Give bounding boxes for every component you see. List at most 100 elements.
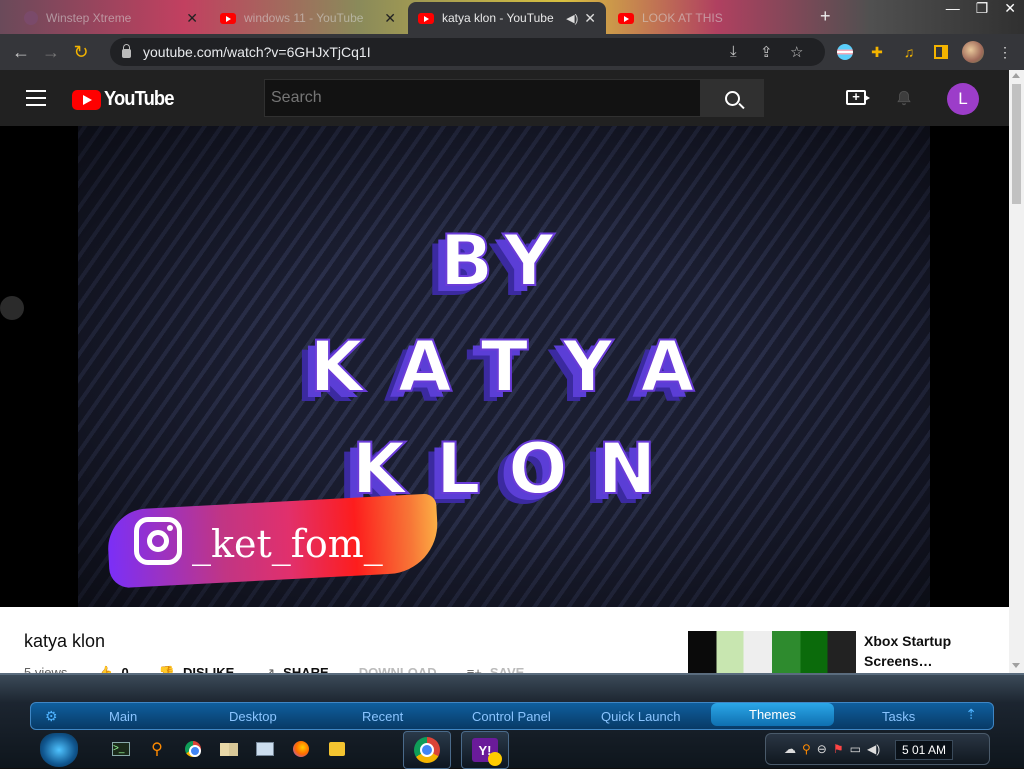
menu-tasks[interactable]: Tasks <box>882 709 915 724</box>
like-button[interactable]: 👍 0 <box>97 665 128 673</box>
more-menu-icon[interactable]: ⋮ <box>992 37 1018 67</box>
taskbar-menu-strip: ⚙ Main Desktop Recent Control Panel Quic… <box>30 702 994 730</box>
url-text: youtube.com/watch?v=6GHJxTjCq1I <box>143 44 371 60</box>
chrome-icon[interactable] <box>180 737 206 761</box>
tab-winstep[interactable]: Winstep Xtreme ✕ <box>14 2 208 34</box>
page-scrollbar[interactable] <box>1009 70 1024 673</box>
menu-main[interactable]: Main <box>109 709 137 724</box>
video-frame[interactable]: BY KATYA KLON _ket_fom_ <box>78 126 930 607</box>
menu-hamburger-icon[interactable] <box>26 90 46 106</box>
install-app-icon[interactable]: ⤓ <box>730 43 737 60</box>
browser-tab-strip: Winstep Xtreme ✕ windows 11 - YouTube ✕ … <box>0 0 1024 34</box>
youtube-logo[interactable]: YouTube <box>72 88 180 111</box>
youtube-logo-text: YouTube <box>104 88 174 110</box>
search-input[interactable] <box>264 79 701 117</box>
new-tab-button[interactable]: + <box>820 6 831 27</box>
task-chrome[interactable] <box>403 731 451 769</box>
search-button[interactable] <box>700 79 764 117</box>
recommended-video[interactable]: Xbox Startup Screens… <box>688 631 984 673</box>
dislike-label: DISLIKE <box>182 665 235 673</box>
settings-gear-icon[interactable]: ⚙ <box>45 708 58 725</box>
bookmark-star-icon[interactable]: ☆ <box>790 43 803 61</box>
quick-launch-icons: >_ ⚲ <box>108 737 350 761</box>
dislike-button[interactable]: 👎 DISLIKE <box>159 665 234 673</box>
tab-look-at-this[interactable]: LOOK AT THIS <box>608 2 808 34</box>
tab-title: Winstep Xtreme <box>46 11 132 25</box>
restore-icon[interactable]: ❐ <box>976 0 989 17</box>
running-tasks: Y! <box>403 731 509 769</box>
clock[interactable]: 5 01 AM <box>894 740 953 760</box>
download-label: DOWNLOAD <box>358 665 437 673</box>
close-tab-icon[interactable]: ✕ <box>186 10 198 27</box>
menu-desktop[interactable]: Desktop <box>229 709 277 724</box>
close-window-icon[interactable]: ✕ <box>1004 0 1016 17</box>
search-icon <box>724 90 740 106</box>
address-bar[interactable]: youtube.com/watch?v=6GHJxTjCq1I ⤓ ⇪ ☆ <box>110 38 825 66</box>
menu-themes[interactable]: Themes <box>711 703 834 726</box>
scroll-down-arrow-icon[interactable] <box>1012 663 1020 668</box>
tab-windows-11[interactable]: windows 11 - YouTube ✕ <box>210 2 406 34</box>
menu-control-panel[interactable]: Control Panel <box>472 709 551 724</box>
close-tab-icon[interactable]: ✕ <box>584 10 596 27</box>
profile-avatar[interactable] <box>960 37 986 67</box>
pride-flag-extension-icon[interactable] <box>832 37 858 67</box>
tray-flag-icon[interactable]: ⚑ <box>833 742 844 756</box>
instagram-icon <box>134 517 182 565</box>
video-info-section: katya klon 5 views 👍 0 👎 DISLIKE ↗ SHARE DO… <box>0 607 1009 673</box>
tab-title: katya klon - YouTube <box>442 11 554 25</box>
share-button[interactable]: ↗ SHARE <box>264 665 328 673</box>
task-yahoo-messenger[interactable]: Y! <box>461 731 509 769</box>
recommended-thumbnail[interactable] <box>688 631 856 673</box>
create-video-icon[interactable]: + <box>846 90 870 105</box>
pin-arrow-icon[interactable]: ⇡ <box>965 706 977 723</box>
download-button[interactable]: DOWNLOAD <box>359 665 437 673</box>
instagram-badge: _ket_fom_ <box>106 493 440 589</box>
firefox-icon[interactable] <box>288 737 314 761</box>
book-icon[interactable] <box>216 737 242 761</box>
start-orb-icon[interactable] <box>40 733 78 767</box>
share-arrow-icon: ↗ <box>264 665 276 673</box>
menu-recent[interactable]: Recent <box>362 709 403 724</box>
search-icon[interactable]: ⚲ <box>144 737 170 761</box>
save-button[interactable]: ≡+ SAVE <box>467 665 525 673</box>
scroll-up-arrow-icon[interactable] <box>1012 73 1020 78</box>
tab-katya-klon[interactable]: katya klon - YouTube ◀) ✕ <box>408 2 606 34</box>
video-player[interactable]: BY KATYA KLON _ket_fom_ <box>0 126 1009 607</box>
playlist-add-icon: ≡+ <box>466 665 482 673</box>
recommended-title[interactable]: Xbox Startup Screens… <box>864 631 984 673</box>
video-text-by: BY <box>439 219 569 303</box>
lock-icon[interactable] <box>122 44 131 58</box>
tray-volume-icon[interactable]: ◀) <box>867 742 880 756</box>
media-controls-icon[interactable]: ♫ <box>896 37 922 67</box>
forward-arrow-icon[interactable]: → <box>36 37 66 67</box>
extensions-puzzle-icon[interactable]: ✚ <box>864 37 890 67</box>
reload-icon[interactable]: ↻ <box>66 37 96 67</box>
thumbs-down-icon: 👎 <box>158 665 175 673</box>
tray-search-icon[interactable]: ⚲ <box>802 742 811 756</box>
notifications-bell-icon[interactable] <box>895 89 913 107</box>
browser-toolbar: ← → ↻ youtube.com/watch?v=6GHJxTjCq1I ⤓ … <box>0 34 1024 70</box>
folder-icon[interactable] <box>324 737 350 761</box>
share-icon[interactable]: ⇪ <box>760 43 773 61</box>
video-actions-bar: 5 views 👍 0 👎 DISLIKE ↗ SHARE DOWNLOAD ≡+ SA… <box>24 665 524 673</box>
thumbs-up-icon: 👍 <box>97 665 114 673</box>
tray-monitor-icon[interactable]: ▭ <box>850 742 861 756</box>
remote-desktop-icon[interactable] <box>252 737 278 761</box>
system-tray: ☁ ⚲ ⊖ ⚑ ▭ ◀) 5 01 AM <box>765 733 990 765</box>
close-tab-icon[interactable]: ✕ <box>384 10 396 27</box>
back-arrow-icon[interactable]: ← <box>6 37 36 67</box>
like-count: 0 <box>121 665 129 673</box>
minimize-icon[interactable]: — <box>946 0 960 17</box>
tray-minus-icon[interactable]: ⊖ <box>817 742 827 756</box>
tray-network-icon[interactable]: ☁ <box>784 742 796 756</box>
side-panel-icon[interactable] <box>928 37 954 67</box>
command-prompt-icon[interactable]: >_ <box>108 737 134 761</box>
youtube-play-logo-icon <box>72 89 101 110</box>
youtube-favicon-icon <box>418 12 434 24</box>
account-avatar[interactable]: L <box>947 83 979 115</box>
menu-quick-launch[interactable]: Quick Launch <box>601 709 681 724</box>
winstep-taskbar: ⚙ Main Desktop Recent Control Panel Quic… <box>0 673 1024 769</box>
scroll-thumb[interactable] <box>1012 84 1021 204</box>
speaker-icon[interactable]: ◀) <box>566 12 578 25</box>
floating-widget-icon[interactable] <box>0 296 24 320</box>
